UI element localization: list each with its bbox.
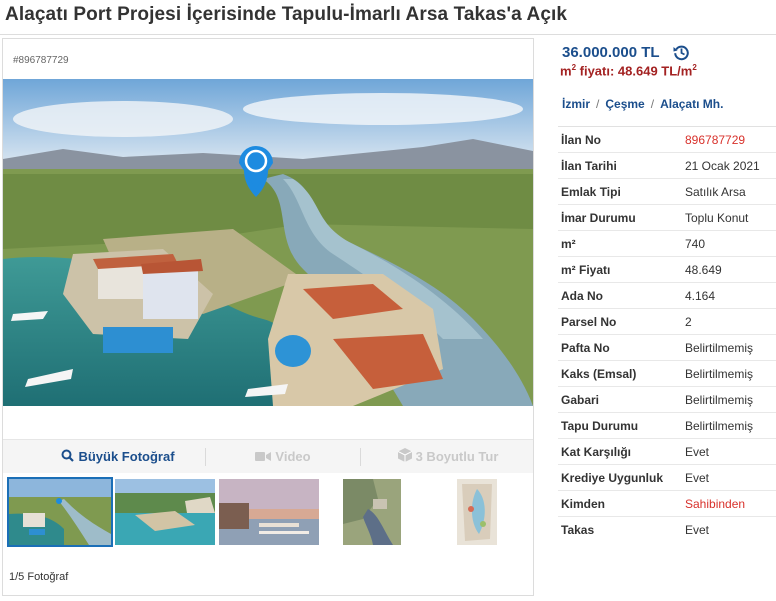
detail-row: Gabari Belirtilmemiş [558,386,776,412]
detail-row: Kimden Sahibinden [558,490,776,516]
tab-big-photo-label: Büyük Fotoğraf [78,449,175,464]
detail-row: Tapu Durumu Belirtilmemiş [558,412,776,438]
media-tabs: Büyük Fotoğraf Video 3 Boyutlu Tur [3,439,533,473]
detail-value: 740 [685,237,706,251]
detail-row: Pafta No Belirtilmemiş [558,334,776,360]
m2-price: m2 fiyatı: 48.649 TL/m2 [560,63,697,79]
detail-value: 2 [685,315,692,329]
thumbnail[interactable] [343,479,401,545]
detail-value: 4.164 [685,289,716,303]
detail-value: Sahibinden [685,497,746,511]
detail-label: Tapu Durumu [561,419,639,433]
photo-count: 1/5 Fotoğraf [9,571,69,583]
detail-label: İlan No [561,133,602,147]
detail-label: Parsel No [561,315,617,329]
detail-value: Belirtilmemiş [685,419,754,433]
listing-price: 36.000.000 TL [562,44,660,61]
detail-value: Evet [685,445,710,459]
tab-3d-tour-label: 3 Boyutlu Tur [415,449,499,464]
detail-label: m² Fiyatı [561,263,611,277]
detail-value: 896787729 [685,133,746,147]
breadcrumb-neighborhood[interactable]: Alaçatı Mh. [660,97,723,111]
detail-label: Emlak Tipi [561,185,621,199]
tab-divider [360,448,361,466]
detail-label: İmar Durumu [561,211,636,225]
detail-label: Gabari [561,393,600,407]
magnifier-icon [61,441,75,475]
cube-icon [397,441,412,475]
detail-row: Takas Evet [558,516,776,542]
breadcrumb-district[interactable]: Çeşme [605,97,644,111]
detail-row: Kat Karşılığı Evet [558,438,776,464]
detail-row: m² Fiyatı 48.649 [558,256,776,282]
detail-label: Kaks (Emsal) [561,367,637,381]
thumbnail[interactable] [457,479,497,545]
listing-title: Alaçatı Port Projesi İçerisinde Tapulu-İ… [5,4,568,25]
thumbnail[interactable] [115,479,215,545]
detail-label: m² [561,237,576,251]
tab-divider [205,448,206,466]
detail-value: 48.649 [685,263,722,277]
breadcrumb-city[interactable]: İzmir [562,97,590,111]
camera-icon [255,441,272,475]
detail-label: Takas [561,523,595,537]
detail-value: Belirtilmemiş [685,367,754,381]
main-photo[interactable] [3,79,533,406]
detail-row: Kaks (Emsal) Belirtilmemiş [558,360,776,386]
detail-row: Emlak Tipi Satılık Arsa [558,178,776,204]
detail-label: Krediye Uygunluk [561,471,664,485]
tab-big-photo[interactable]: Büyük Fotoğraf [33,440,203,474]
detail-label: İlan Tarihi [561,159,617,173]
thumbnail-strip [5,475,531,553]
breadcrumb-separator: / [596,97,600,111]
detail-row: Krediye Uygunluk Evet [558,464,776,490]
detail-value: 21 Ocak 2021 [685,159,760,173]
detail-value: Satılık Arsa [685,185,746,199]
thumbnail[interactable] [7,477,113,547]
thumbnail[interactable] [219,479,319,545]
listing-details-table: İlan No 896787729 İlan Tarihi 21 Ocak 2021 E… [558,126,776,542]
detail-row: m² 740 [558,230,776,256]
detail-value: Belirtilmemiş [685,393,754,407]
detail-value: Evet [685,523,710,537]
tab-3d-tour[interactable]: 3 Boyutlu Tur [363,440,533,474]
detail-label: Kat Karşılığı [561,445,632,459]
detail-row: İlan No 896787729 [558,126,776,152]
detail-row: İlan Tarihi 21 Ocak 2021 [558,152,776,178]
title-divider [0,34,776,35]
detail-row: Parsel No 2 [558,308,776,334]
ad-number-tag: #896787729 [13,55,69,66]
detail-value: Evet [685,471,710,485]
detail-row: İmar Durumu Toplu Konut [558,204,776,230]
detail-label: Ada No [561,289,603,303]
detail-label: Kimden [561,497,606,511]
detail-value: Belirtilmemiş [685,341,754,355]
location-breadcrumb: İzmir / Çeşme / Alaçatı Mh. [562,97,723,111]
breadcrumb-separator: / [650,97,655,111]
media-gallery: #896787729 Büyük Fotoğraf Video 3 Boyutl… [2,38,534,596]
detail-value: Toplu Konut [685,211,749,225]
tab-video-label: Video [275,449,311,464]
detail-label: Pafta No [561,341,610,355]
detail-row: Ada No 4.164 [558,282,776,308]
tab-video[interactable]: Video [208,440,358,474]
